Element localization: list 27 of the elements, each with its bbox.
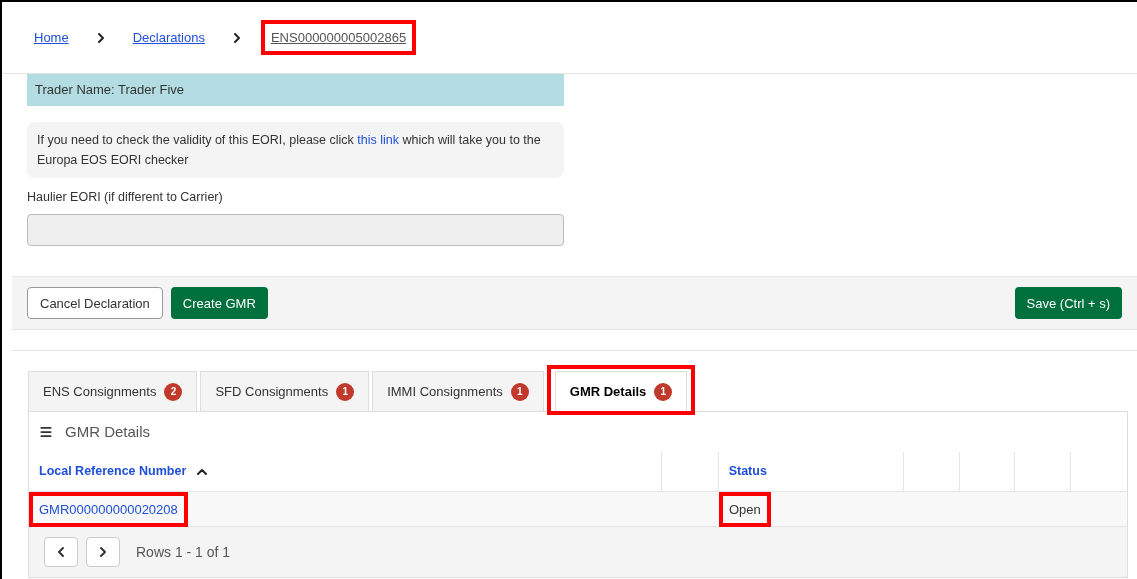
- breadcrumb-link[interactable]: Home: [34, 29, 69, 45]
- count-badge: 1: [654, 382, 673, 401]
- breadcrumb-link[interactable]: Declarations: [132, 29, 205, 45]
- create-button[interactable]: Create GMR: [170, 287, 268, 320]
- panel-title: GMR Details: [65, 422, 150, 442]
- previous-page-button[interactable]: [44, 537, 78, 568]
- pagination-info: Rows 1 - 1 of 1: [136, 542, 231, 562]
- eori-notice: If you need to check the validity of this EORI, please click this link which will take you to the Europa EOS EORI checker: [27, 121, 564, 178]
- column-header[interactable]: Status: [728, 462, 767, 482]
- next-page-button[interactable]: [86, 537, 120, 568]
- trader-banner: Trader Name: Trader Five: [27, 74, 564, 106]
- field-label: Haulier EORI (if different to Carrier): [27, 188, 224, 206]
- reference-link[interactable]: GMR000000000020208: [39, 501, 178, 517]
- status-cell: Open: [729, 501, 761, 517]
- cancel-button[interactable]: Cancel Declaration: [27, 287, 163, 320]
- breadcrumb-link[interactable]: ENS000000005002865: [270, 29, 407, 45]
- eori-checker-link[interactable]: this link: [357, 132, 399, 147]
- count-badge: 2: [164, 382, 183, 401]
- count-badge: 1: [510, 382, 529, 401]
- menu-icon: [39, 425, 53, 440]
- tab[interactable]: GMR Details 1: [554, 371, 688, 412]
- tab[interactable]: SFD Consignments 1: [200, 371, 370, 412]
- save-button[interactable]: Save (Ctrl + s): [1014, 287, 1122, 320]
- tab[interactable]: IMMI Consignments 1: [372, 371, 544, 412]
- tab[interactable]: ENS Consignments 2: [28, 371, 198, 412]
- count-badge: 1: [336, 382, 355, 401]
- column-header[interactable]: Local Reference Number: [39, 462, 211, 482]
